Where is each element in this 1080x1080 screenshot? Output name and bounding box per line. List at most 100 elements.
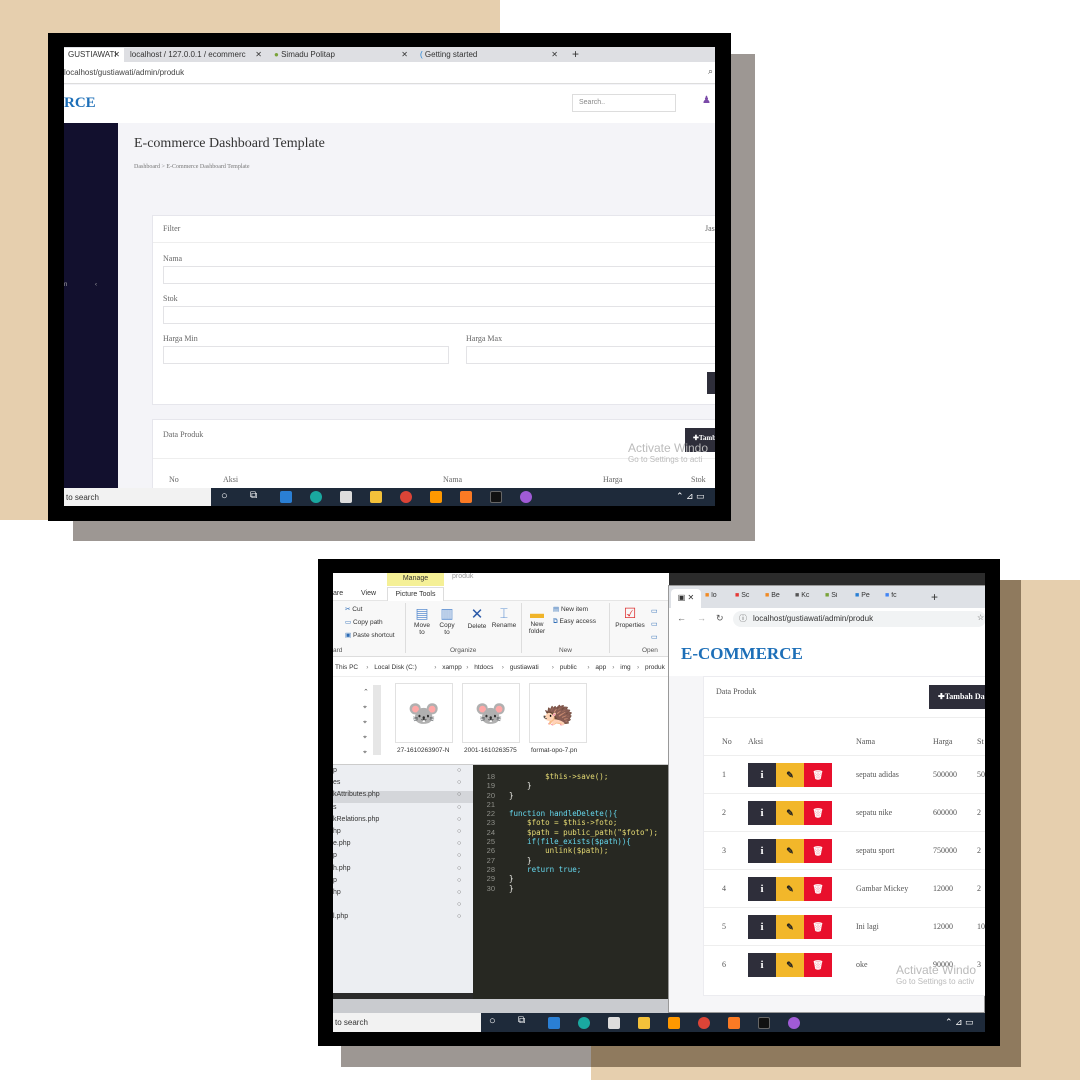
new-tab-button[interactable]: + xyxy=(568,48,582,62)
rename-button[interactable]: ⌶ Rename xyxy=(490,605,518,629)
file-tree-item[interactable]: h.php xyxy=(333,865,473,877)
mail-icon[interactable] xyxy=(280,491,292,503)
new-folder-button[interactable]: ▬ New folder xyxy=(525,605,549,635)
file-thumbnail[interactable]: 🦔 xyxy=(529,683,587,743)
move-to-button[interactable]: ▤ Move to xyxy=(411,605,433,636)
open-icons[interactable]: ▭ ▭ ▭ xyxy=(651,605,658,644)
tab-picture-tools[interactable]: Picture Tools xyxy=(387,587,444,601)
chrome-icon[interactable] xyxy=(400,491,412,503)
chrome-tab[interactable]: ■ lo xyxy=(705,592,733,606)
path-segment[interactable]: Local Disk (C:) xyxy=(374,664,417,671)
scrollbar-vertical[interactable] xyxy=(373,685,381,755)
code-line[interactable]: if(file_exists($path)){ xyxy=(509,837,658,846)
scrollbar-horizontal[interactable] xyxy=(333,999,669,1013)
edit-button[interactable]: ✎ xyxy=(776,953,804,977)
chrome-icon[interactable] xyxy=(698,1017,710,1029)
delete-button[interactable]: ✕ Delete xyxy=(465,605,489,630)
tambah-data-button[interactable]: ✚Tambah Da xyxy=(929,685,985,709)
path-segment[interactable]: app xyxy=(595,664,606,671)
delete-button[interactable]: 🗑 xyxy=(804,763,832,787)
context-tab-manage[interactable]: Manage xyxy=(387,573,444,586)
terminal-icon[interactable] xyxy=(490,491,502,503)
xampp-icon[interactable] xyxy=(460,491,472,503)
code-line[interactable]: } xyxy=(509,781,658,790)
path-segment[interactable]: produk xyxy=(645,664,665,671)
file-thumbnail[interactable]: 🐭 xyxy=(462,683,520,743)
harga-max-input[interactable] xyxy=(466,346,715,364)
tab-simadu[interactable]: ● Simadu Politap ✕ xyxy=(270,48,412,62)
chrome-tab[interactable]: ■ Si xyxy=(825,592,853,606)
file-tree-item[interactable]: p xyxy=(333,877,473,889)
file-name[interactable]: format-opo-7.pn xyxy=(531,747,577,754)
detail-button[interactable]: i xyxy=(748,877,776,901)
delete-button[interactable]: 🗑 xyxy=(804,877,832,901)
chrome-tab[interactable]: ■ Pe xyxy=(855,592,883,606)
tab-phpmyadmin[interactable]: localhost / 127.0.0.1 / ecommerc ✕ xyxy=(126,48,266,62)
tab-gustiawati[interactable]: GUSTIAWATI ✕ xyxy=(64,48,124,62)
sublime-icon[interactable] xyxy=(668,1017,680,1029)
store-icon[interactable] xyxy=(340,491,352,503)
code-line[interactable]: } xyxy=(509,874,658,883)
path-segment[interactable]: public xyxy=(560,664,577,671)
store-icon[interactable] xyxy=(608,1017,620,1029)
file-tree-item[interactable]: kAttributes.php xyxy=(333,791,473,804)
task-view-icon[interactable]: ⧉ xyxy=(518,1015,525,1026)
address-bar[interactable]: localhost/gustiawati/admin/produk ⌕ xyxy=(64,62,715,84)
new-item-button[interactable]: ▤ New item xyxy=(553,605,588,613)
code-line[interactable]: } xyxy=(509,791,658,800)
detail-button[interactable]: i xyxy=(748,839,776,863)
delete-button[interactable]: 🗑 xyxy=(804,953,832,977)
stok-input[interactable] xyxy=(163,306,715,324)
file-name[interactable]: 27-1610263907-N xyxy=(397,747,449,754)
sublime-icon[interactable] xyxy=(430,491,442,503)
close-icon[interactable]: ✕ xyxy=(401,48,408,61)
properties-button[interactable]: ☑ Properties xyxy=(613,605,647,629)
code-line[interactable]: } xyxy=(509,884,658,893)
brand-logo[interactable]: RCE xyxy=(64,95,96,112)
edit-button[interactable]: ✎ xyxy=(776,839,804,863)
tab-getting-started[interactable]: ( Getting started ✕ xyxy=(416,48,562,62)
code-line[interactable]: } xyxy=(509,856,658,865)
file-thumbnail[interactable]: 🐭 xyxy=(395,683,453,743)
detail-button[interactable]: i xyxy=(748,801,776,825)
copy-path-button[interactable]: ▭ Copy path xyxy=(345,618,383,626)
delete-button[interactable]: 🗑 xyxy=(804,915,832,939)
taskbar-search-box[interactable]: to search xyxy=(333,1013,481,1032)
edit-button[interactable]: ✎ xyxy=(776,915,804,939)
file-tree-item[interactable]: hp xyxy=(333,889,473,901)
file-tree-item[interactable]: l.php xyxy=(333,913,473,925)
new-tab-button[interactable]: + xyxy=(931,590,938,604)
app-icon[interactable] xyxy=(520,491,532,503)
close-icon[interactable]: ✕ xyxy=(113,48,120,61)
zoom-icon[interactable]: ⌕ xyxy=(708,66,713,77)
edit-button[interactable]: ✎ xyxy=(776,801,804,825)
file-tree-item[interactable]: hp xyxy=(333,828,473,840)
nama-input[interactable] xyxy=(163,266,715,284)
forward-icon[interactable]: → xyxy=(697,613,706,623)
task-view-icon[interactable]: ⧉ xyxy=(250,490,257,501)
easy-access-button[interactable]: ⧉ Easy access xyxy=(553,618,596,626)
chrome-tab[interactable]: ■ Be xyxy=(765,592,793,606)
app-icon[interactable] xyxy=(788,1017,800,1029)
close-icon[interactable]: ✕ xyxy=(551,48,558,61)
breadcrumb-home[interactable]: Dashboard xyxy=(134,164,160,170)
edge-icon[interactable] xyxy=(578,1017,590,1029)
code-line[interactable]: $foto = $this->foto; xyxy=(509,818,658,827)
reload-icon[interactable]: ↻ xyxy=(716,613,724,624)
file-tree-item[interactable] xyxy=(333,901,473,913)
delete-button[interactable]: 🗑 xyxy=(804,801,832,825)
path-segment[interactable]: gustiawati xyxy=(510,664,539,671)
code-line[interactable] xyxy=(509,800,658,809)
path-segment[interactable]: img xyxy=(620,664,630,671)
tab-view[interactable]: View xyxy=(361,590,376,597)
folder-icon[interactable] xyxy=(638,1017,650,1029)
chrome-tab[interactable]: ■ fc xyxy=(885,592,913,606)
path-segment[interactable]: htdocs xyxy=(474,664,493,671)
tray-icons[interactable]: ⌃ ⊿ ▭ xyxy=(676,491,705,502)
xampp-icon[interactable] xyxy=(728,1017,740,1029)
tray-icons[interactable]: ⌃ ⊿ ▭ xyxy=(945,1017,974,1028)
code-line[interactable]: $this->save(); xyxy=(509,772,658,781)
cortana-icon[interactable]: ○ xyxy=(489,1015,496,1027)
edit-button[interactable]: ✎ xyxy=(776,877,804,901)
file-tree-item[interactable]: s xyxy=(333,804,473,816)
